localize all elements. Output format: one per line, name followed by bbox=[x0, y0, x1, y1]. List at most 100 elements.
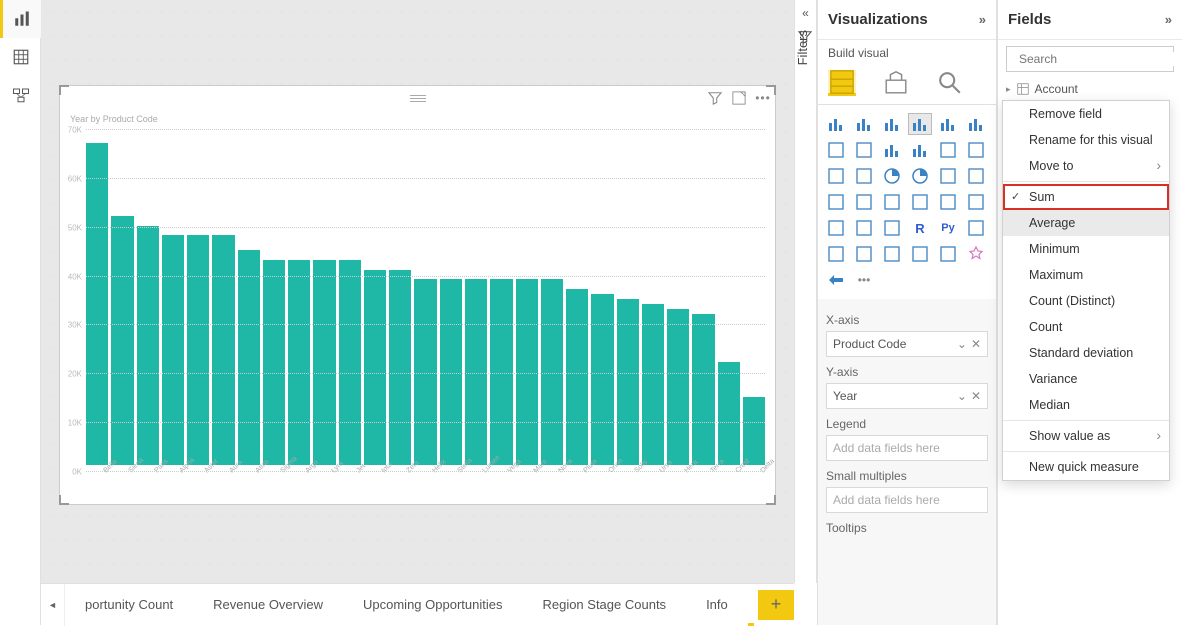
page-tab[interactable]: Info bbox=[686, 584, 748, 626]
bar-Iota[interactable]: Iota bbox=[364, 130, 386, 472]
chevron-down-icon[interactable]: ⌄ bbox=[957, 389, 967, 403]
viz-type-r[interactable]: R bbox=[908, 217, 932, 239]
viz-type-gauge[interactable] bbox=[880, 191, 904, 213]
bar-Helix[interactable]: Helix bbox=[414, 130, 436, 472]
bar-Siena[interactable]: Siena bbox=[111, 130, 133, 472]
collapse-viz-icon[interactable]: » bbox=[979, 12, 986, 27]
bar-Argo[interactable]: Argo bbox=[288, 130, 310, 472]
viz-type-col[interactable] bbox=[908, 113, 932, 135]
viz-type-py[interactable]: Py bbox=[936, 217, 960, 239]
viz-type-card[interactable] bbox=[908, 191, 932, 213]
viz-type-keyinf[interactable] bbox=[964, 217, 988, 239]
bar-Pluto[interactable]: Pluto bbox=[566, 130, 588, 472]
chevron-down-icon[interactable]: ⌄ bbox=[957, 337, 967, 351]
menu-rename[interactable]: Rename for this visual bbox=[1003, 127, 1169, 153]
bar-Solis[interactable]: Solis bbox=[617, 130, 639, 472]
viz-type-area[interactable] bbox=[852, 139, 876, 161]
bar-Aster[interactable]: Aster bbox=[187, 130, 209, 472]
bar-Atlas[interactable]: Atlas bbox=[238, 130, 260, 472]
page-tab[interactable]: Page 1 bbox=[748, 584, 754, 626]
viz-type-fillmap[interactable] bbox=[824, 191, 848, 213]
bar-Lumen[interactable]: Lumen bbox=[465, 130, 487, 472]
menu-remove-field[interactable]: Remove field bbox=[1003, 101, 1169, 127]
page-tab[interactable]: portunity Count bbox=[65, 584, 193, 626]
bar-Jet[interactable]: Jet bbox=[339, 130, 361, 472]
viz-type-ribbon[interactable] bbox=[936, 139, 960, 161]
build-format-tab[interactable] bbox=[882, 70, 910, 96]
filters-pane-collapsed[interactable]: « Filters bbox=[794, 0, 817, 583]
bar-Aura[interactable]: Aura bbox=[212, 130, 234, 472]
viz-type-narr[interactable] bbox=[880, 243, 904, 265]
tab-scroll-left[interactable]: ◄ bbox=[41, 584, 65, 626]
menu-minimum[interactable]: Minimum bbox=[1003, 236, 1169, 262]
viz-type-pie[interactable] bbox=[880, 165, 904, 187]
bar-Lyra[interactable]: Lyra bbox=[313, 130, 335, 472]
report-canvas[interactable]: ••• Year by Product Code 0K10K20K30K40K5… bbox=[41, 0, 794, 583]
remove-field-icon[interactable]: ✕ bbox=[971, 337, 981, 351]
menu-count[interactable]: Count bbox=[1003, 314, 1169, 340]
viz-type-map[interactable] bbox=[964, 165, 988, 187]
data-view-button[interactable] bbox=[0, 38, 41, 76]
viz-type-stackh[interactable] bbox=[824, 113, 848, 135]
menu-move-to[interactable]: Move to bbox=[1003, 153, 1169, 179]
yaxis-well[interactable]: Year ⌄✕ bbox=[826, 383, 988, 409]
menu-stddev[interactable]: Standard deviation bbox=[1003, 340, 1169, 366]
bar-Vega[interactable]: Vega bbox=[490, 130, 512, 472]
bar-Alpha[interactable]: Alpha bbox=[162, 130, 184, 472]
viz-type-slicer[interactable] bbox=[824, 217, 848, 239]
focus-mode-icon[interactable] bbox=[731, 90, 747, 106]
viz-type-linecol[interactable] bbox=[908, 139, 932, 161]
bar-Hera[interactable]: Hera bbox=[667, 130, 689, 472]
bar-Zeta[interactable]: Zeta bbox=[389, 130, 411, 472]
expand-filters-icon[interactable]: « bbox=[795, 0, 816, 26]
drag-handle-icon[interactable] bbox=[407, 95, 429, 102]
viz-type-scatter[interactable] bbox=[852, 165, 876, 187]
menu-new-quick-measure[interactable]: New quick measure bbox=[1003, 454, 1169, 480]
viz-type-matrix[interactable] bbox=[880, 217, 904, 239]
legend-well[interactable]: Add data fields here bbox=[826, 435, 988, 461]
menu-average[interactable]: Average bbox=[1003, 210, 1169, 236]
bar-Terra[interactable]: Terra bbox=[692, 130, 714, 472]
fields-search-input[interactable] bbox=[1019, 52, 1174, 66]
bar-Nova[interactable]: Nova bbox=[541, 130, 563, 472]
filter-icon[interactable] bbox=[707, 90, 723, 106]
viz-type-kpi[interactable] bbox=[964, 191, 988, 213]
collapse-fields-icon[interactable]: » bbox=[1165, 12, 1172, 27]
viz-type-qa[interactable] bbox=[852, 243, 876, 265]
model-view-button[interactable] bbox=[0, 76, 41, 114]
viz-type-bar100h[interactable] bbox=[880, 113, 904, 135]
bar-Stella[interactable]: Stella bbox=[440, 130, 462, 472]
viz-type-table[interactable] bbox=[852, 217, 876, 239]
build-analytics-tab[interactable] bbox=[936, 70, 964, 96]
viz-type-col100[interactable] bbox=[964, 113, 988, 135]
menu-sum[interactable]: Sum bbox=[1003, 184, 1169, 210]
visual-container[interactable]: ••• Year by Product Code 0K10K20K30K40K5… bbox=[59, 85, 776, 505]
viz-type-getmore[interactable] bbox=[964, 243, 988, 265]
xaxis-well[interactable]: Product Code ⌄✕ bbox=[826, 331, 988, 357]
menu-count-distinct[interactable]: Count (Distinct) bbox=[1003, 288, 1169, 314]
viz-type-tree[interactable] bbox=[936, 165, 960, 187]
page-tab[interactable]: Upcoming Opportunities bbox=[343, 584, 522, 626]
bar-Orion[interactable]: Orion bbox=[591, 130, 613, 472]
page-tab[interactable]: Region Stage Counts bbox=[522, 584, 686, 626]
report-view-button[interactable] bbox=[0, 0, 41, 38]
viz-type-waterfall[interactable] bbox=[964, 139, 988, 161]
viz-type-stackc[interactable] bbox=[936, 113, 960, 135]
add-page-button[interactable]: + bbox=[758, 590, 794, 620]
viz-type-decomp[interactable] bbox=[824, 243, 848, 265]
bar-Crest[interactable]: Crest bbox=[718, 130, 740, 472]
viz-type-barh[interactable] bbox=[852, 113, 876, 135]
page-tab[interactable]: Revenue Overview bbox=[193, 584, 343, 626]
fields-search[interactable] bbox=[1006, 46, 1174, 72]
remove-field-icon[interactable]: ✕ bbox=[971, 389, 981, 403]
menu-show-value-as[interactable]: Show value as bbox=[1003, 423, 1169, 449]
build-fields-tab[interactable] bbox=[828, 70, 856, 96]
viz-type-more[interactable] bbox=[824, 269, 848, 291]
viz-type-line[interactable] bbox=[824, 139, 848, 161]
bar-Ursa[interactable]: Ursa bbox=[642, 130, 664, 472]
viz-type-funnel[interactable] bbox=[824, 165, 848, 187]
viz-type-dots[interactable]: ••• bbox=[852, 269, 876, 291]
more-options-icon[interactable]: ••• bbox=[755, 90, 771, 106]
viz-type-multi[interactable] bbox=[936, 191, 960, 213]
bar-Paris[interactable]: Paris bbox=[137, 130, 159, 472]
